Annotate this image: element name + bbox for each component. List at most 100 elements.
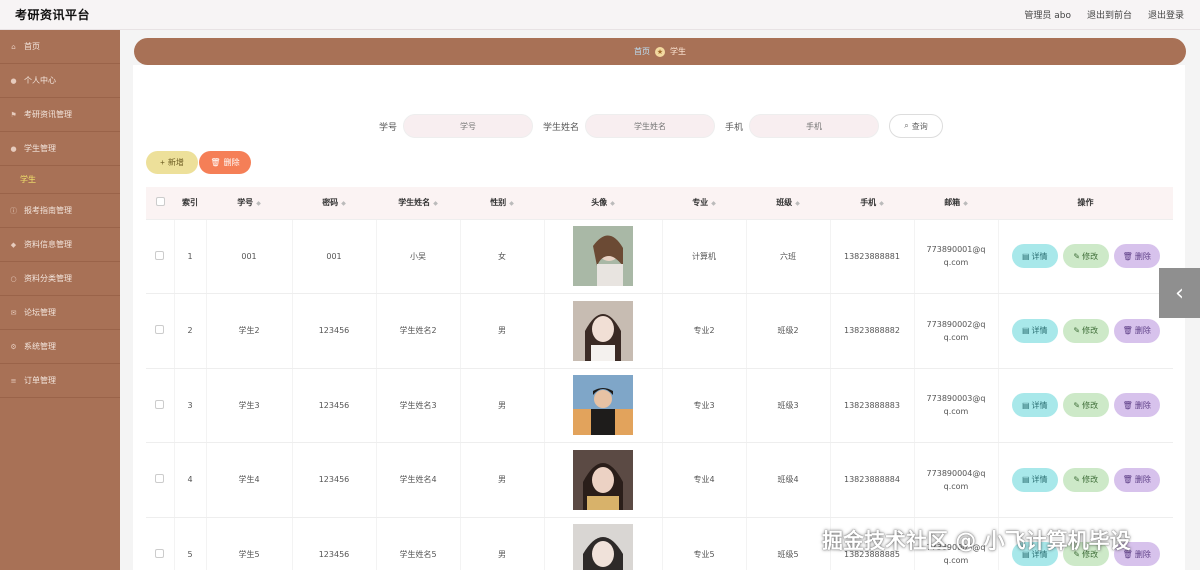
cell-avatar [544,219,663,294]
student-id-input[interactable] [402,114,533,138]
sort-icon[interactable]: ◆ [795,200,800,207]
back-to-front-link[interactable]: 退出到前台 [1087,8,1132,21]
cell-major: 专业4 [662,442,747,518]
detail-button[interactable]: ▤ 详情 [1011,393,1058,418]
document-icon: ▤ [1021,251,1030,261]
sort-icon[interactable]: ◆ [256,200,261,207]
sidebar-item-news[interactable]: ⚑ 考研资讯管理 [0,98,120,132]
sort-icon[interactable]: ◆ [610,200,615,207]
edit-button[interactable]: ✎ 修改 [1062,393,1109,418]
edit-button[interactable]: ✎ 修改 [1062,244,1109,269]
sort-icon[interactable]: ◆ [711,200,716,207]
row-checkbox[interactable] [155,474,165,484]
row-select-cell[interactable] [146,517,175,570]
edit-icon: ✎ [1073,326,1081,336]
sidebar-item-label: 资料分类管理 [24,274,72,283]
cell-phone: 13823888883 [830,368,915,443]
row-select-cell[interactable] [146,293,175,369]
sidebar-item-orders[interactable]: ≡ 订单管理 [0,364,120,398]
edit-button[interactable]: ✎ 修改 [1062,318,1109,343]
user-icon: ● [10,76,17,85]
document-icon: ▤ [1021,475,1030,485]
row-select-cell[interactable] [146,368,175,443]
delete-button[interactable]: 🗑 删除 [1113,318,1160,343]
sidebar-item-profile[interactable]: ● 个人中心 [0,64,120,98]
cell-class: 六班 [746,219,831,294]
row-select-cell[interactable] [146,442,175,518]
row-checkbox[interactable] [155,399,165,409]
cell-index: 3 [174,368,207,443]
search-label-id: 学号 [378,122,397,133]
header-avatar[interactable]: 头像 ◆ [544,187,662,220]
header-password[interactable]: 密码 ◆ [292,187,376,220]
sort-icon[interactable]: ◆ [509,200,514,207]
header-phone[interactable]: 手机 ◆ [830,187,914,220]
sidebar-item-home[interactable]: ⌂ 首页 [0,30,120,64]
sort-icon[interactable]: ◆ [963,200,968,207]
avatar [573,375,633,436]
collapse-tab[interactable]: ‹ [1159,268,1200,318]
row-select-cell[interactable] [146,219,175,294]
sidebar-item-guide[interactable]: ⓘ 报考指南管理 [0,194,120,228]
header-id[interactable]: 学号 ◆ [206,187,292,220]
admin-label: 管理员 abo [1024,11,1071,21]
sidebar-item-students[interactable]: ● 学生管理 [0,132,120,166]
phone-input[interactable] [749,114,880,138]
cell-phone: 13823888881 [830,219,915,294]
batch-delete-button[interactable]: 🗑 删除 [199,151,251,174]
add-button[interactable]: + 新增 [146,151,198,174]
avatar [573,524,633,570]
header-major[interactable]: 专业 ◆ [662,187,746,220]
row-checkbox[interactable] [155,325,165,335]
sort-icon[interactable]: ◆ [341,200,346,207]
row-checkbox[interactable] [155,548,165,558]
header-index: 索引 [174,187,206,220]
select-all-header[interactable] [146,187,174,220]
sidebar-item-materials[interactable]: ◆ 资料信息管理 [0,228,120,262]
cell-password: 123456 [292,517,377,570]
logout-link[interactable]: 退出登录 [1148,8,1184,21]
header-label: 手机 [860,198,877,208]
row-checkbox[interactable] [155,250,165,260]
cell-gender: 男 [460,368,545,443]
cell-id: 学生5 [206,517,293,570]
student-table: 索引 学号 ◆ 密码 ◆ 学生姓名 ◆ 性别 ◆ 头像 ◆ 专业 ◆ 班级 ◆ 手机 ◆ 邮箱 ◆… [146,187,1173,570]
header-label: 学生姓名 [398,198,431,208]
header-gender[interactable]: 性别 ◆ [460,187,544,220]
sidebar-item-label: 订单管理 [24,376,56,385]
select-all-checkbox[interactable] [155,197,165,207]
sort-icon[interactable]: ◆ [433,200,438,207]
header-class[interactable]: 班级 ◆ [746,187,830,220]
detail-button[interactable]: ▤ 详情 [1011,467,1058,492]
sidebar-subitem-student[interactable]: 学生 [0,166,120,194]
delete-button[interactable]: 🗑 删除 [1113,393,1160,418]
detail-button[interactable]: ▤ 详情 [1011,244,1058,269]
table-row: 1 001 001 小吴 女 计算机 六班 13823888881 773890… [146,219,1173,294]
header-label: 专业 [692,198,709,208]
header-label: 班级 [776,198,793,208]
header-label: 头像 [591,198,608,208]
delete-label: 删除 [1134,400,1151,410]
sidebar-item-forum[interactable]: ✉ 论坛管理 [0,296,120,330]
breadcrumb-home[interactable]: 首页 [634,46,650,57]
search-button[interactable]: ⌕ 查询 [889,114,944,138]
sidebar-item-label: 资料信息管理 [24,240,72,249]
sidebar-item-system[interactable]: ⚙ 系统管理 [0,330,120,364]
search-row: 学号 学生姓名 手机 ⌕ 查询 [133,113,1185,139]
breadcrumb-current: 学生 [670,47,686,56]
gear-icon: ⚙ [10,342,17,351]
header-label: 密码 [322,198,339,208]
cell-index: 1 [174,219,207,294]
delete-button[interactable]: 🗑 删除 [1113,467,1160,492]
header-email[interactable]: 邮箱 ◆ [914,187,998,220]
edit-button[interactable]: ✎ 修改 [1062,467,1109,492]
sort-icon[interactable]: ◆ [879,200,884,207]
delete-button[interactable]: 🗑 删除 [1113,244,1160,269]
header-name[interactable]: 学生姓名 ◆ [376,187,460,220]
trash-icon: 🗑 [1122,400,1133,410]
search-icon: ⌕ [904,121,909,130]
sidebar-item-categories[interactable]: ○ 资料分类管理 [0,262,120,296]
cell-email: 773890002@qq.com [914,293,999,369]
detail-button[interactable]: ▤ 详情 [1011,318,1058,343]
student-name-input[interactable] [585,114,715,138]
